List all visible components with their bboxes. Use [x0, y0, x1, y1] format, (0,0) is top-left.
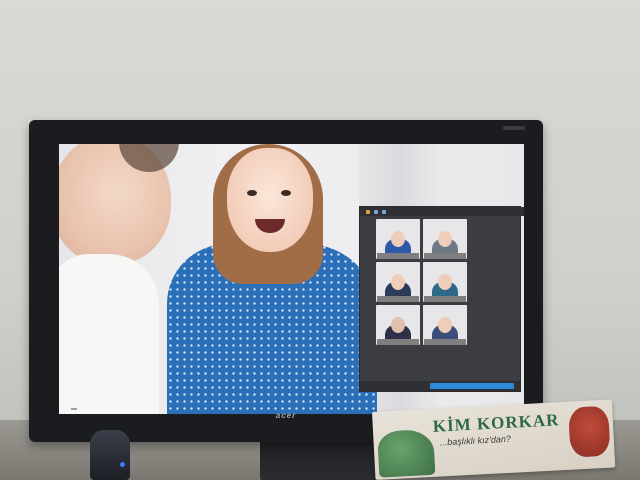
child-eye-right: [281, 190, 291, 196]
child-face: [227, 148, 313, 252]
speaker-name-label: [71, 408, 77, 410]
computer-monitor: acer: [29, 120, 543, 442]
taskbar-highlight: [430, 383, 514, 389]
empty-tile: [470, 262, 514, 302]
gallery-toolbar: [360, 207, 524, 216]
participant-name-bar: [377, 253, 419, 259]
monitor-stand: [260, 440, 380, 480]
webcam-device: [90, 430, 130, 480]
book-illustration: [568, 405, 611, 458]
participant-tile[interactable]: [423, 219, 467, 259]
toolbar-icon[interactable]: [366, 209, 370, 214]
book-illustration: [377, 428, 436, 478]
participant-tile[interactable]: [376, 305, 420, 345]
participant-name-bar: [377, 339, 419, 345]
participant-head: [391, 231, 405, 247]
participant-head: [438, 274, 452, 290]
adult-shirt: [59, 254, 159, 414]
participant-head: [391, 274, 405, 290]
participant-head: [438, 231, 452, 247]
energy-star-badge: [503, 126, 525, 130]
participant-tile[interactable]: [423, 262, 467, 302]
participant-name-bar: [424, 296, 466, 302]
book-title: KİM KORKAR: [432, 410, 560, 436]
child-eye-left: [247, 190, 257, 196]
participant-name-bar: [424, 339, 466, 345]
participant-grid: [376, 219, 514, 345]
participant-name-bar: [424, 253, 466, 259]
video-call-screen: [59, 144, 524, 414]
participant-head: [391, 317, 405, 333]
empty-tile: [470, 219, 514, 259]
participant-head: [438, 317, 452, 333]
participant-name-bar: [377, 296, 419, 302]
gallery-statusbar: [360, 381, 520, 391]
participant-gallery-panel[interactable]: [359, 206, 524, 392]
toolbar-icon[interactable]: [382, 209, 386, 214]
toolbar-icon[interactable]: [374, 209, 378, 214]
storybook: KİM KORKAR ...başlıklı kız'dan?: [372, 399, 616, 480]
participant-tile[interactable]: [423, 305, 467, 345]
webcam-led: [120, 462, 125, 467]
participant-tile[interactable]: [376, 219, 420, 259]
participant-tile[interactable]: [376, 262, 420, 302]
